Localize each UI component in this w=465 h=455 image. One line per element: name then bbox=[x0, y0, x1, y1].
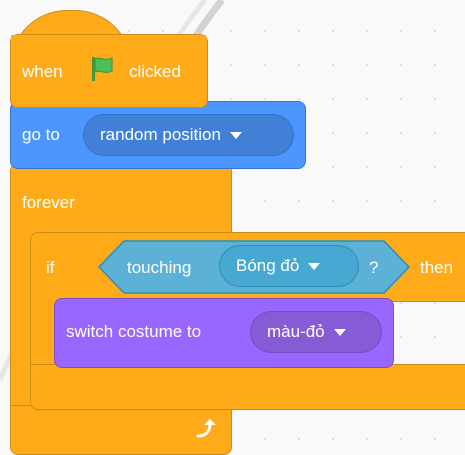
then-label: then bbox=[420, 258, 454, 277]
question-mark: ? bbox=[369, 258, 379, 277]
if-label: if bbox=[46, 258, 55, 277]
go-to-target-dropdown[interactable]: random position bbox=[83, 114, 294, 156]
costume-dropdown[interactable]: màu-đỏ bbox=[250, 311, 382, 353]
go-to-target-value: random position bbox=[100, 125, 221, 144]
go-to-label: go to bbox=[22, 125, 60, 144]
touching-label: touching bbox=[127, 258, 192, 277]
if-block-bottom[interactable] bbox=[30, 364, 465, 410]
when-label: when bbox=[22, 62, 63, 81]
switch-costume-label: switch costume to bbox=[66, 322, 202, 341]
loop-arrow-icon bbox=[196, 419, 216, 438]
touching-target-dropdown[interactable]: Bóng đỏ bbox=[219, 245, 359, 287]
clicked-label: clicked bbox=[129, 62, 181, 81]
chevron-down-icon bbox=[308, 262, 321, 270]
chevron-down-icon bbox=[229, 131, 242, 139]
scripts-workspace[interactable]: forever if then touching Bóng đỏ ? switc… bbox=[0, 0, 465, 455]
costume-value: màu-đỏ bbox=[267, 322, 325, 341]
forever-label: forever bbox=[22, 193, 75, 212]
touching-target-value: Bóng đỏ bbox=[236, 256, 300, 275]
green-flag-icon bbox=[92, 57, 113, 81]
chevron-down-icon bbox=[333, 328, 346, 336]
